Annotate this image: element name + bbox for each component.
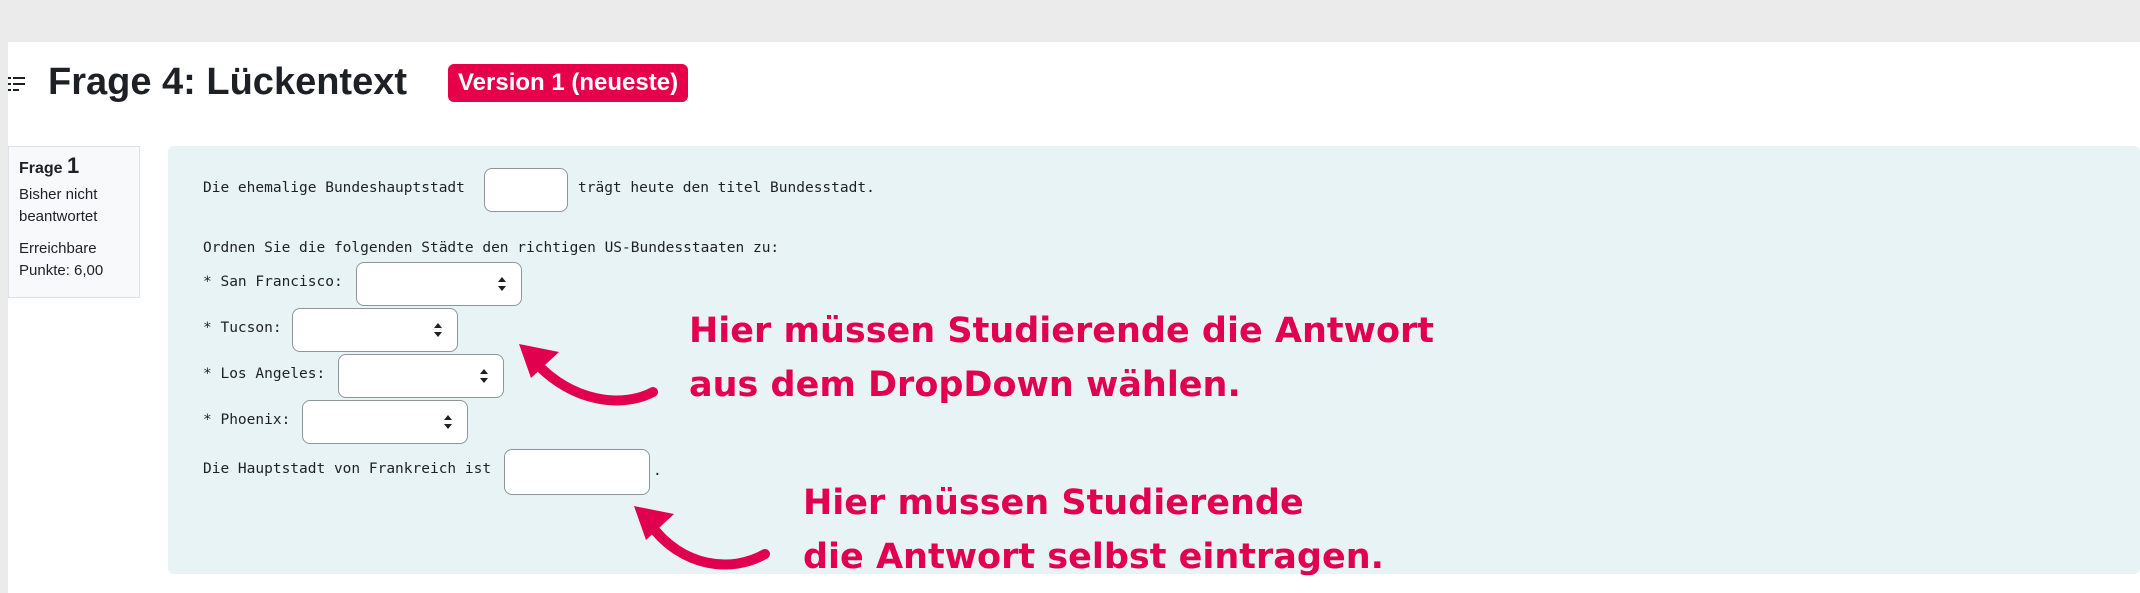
dropdown-phoenix[interactable] — [302, 400, 468, 444]
sentence-1-end: trägt heute den titel Bundesstadt. — [578, 180, 875, 196]
dropdown-tucson[interactable] — [292, 308, 458, 352]
textentry-callout-line-1: Hier müssen Studierende — [803, 483, 1304, 523]
dropdown-san-francisco[interactable] — [356, 262, 522, 306]
gap-input-1[interactable] — [484, 168, 568, 212]
sort-caret-icon — [434, 323, 442, 337]
item-label-tucson: * Tucson: — [203, 320, 282, 336]
curved-arrow-icon — [634, 506, 770, 570]
dropdown-los-angeles[interactable] — [338, 354, 504, 398]
item-label-san-francisco: * San Francisco: — [203, 274, 343, 290]
sort-caret-icon — [498, 277, 506, 291]
question-number: Frage 1 — [19, 155, 131, 180]
textentry-callout-line-2: die Antwort selbst eintragen. — [803, 537, 1384, 577]
page-title: Frage 4: Lückentext — [48, 61, 407, 103]
sort-caret-icon — [480, 369, 488, 383]
sentence-2-end: . — [653, 463, 662, 479]
textentry-callout: Hier müssen Studierende die Antwort selb… — [803, 476, 1384, 584]
curved-arrow-icon — [519, 344, 658, 406]
dropdown-callout: Hier müssen Studierende die Antwort aus … — [689, 304, 1434, 412]
question-page: Frage 4: Lückentext Version 1 (neueste) … — [8, 42, 2140, 593]
question-label: Frage — [19, 160, 63, 177]
sentence-1-start: Die ehemalige Bundeshauptstadt — [203, 180, 465, 196]
item-label-phoenix: * Phoenix: — [203, 412, 291, 428]
question-grade: Erreichbare Punkte: 6,00 — [19, 240, 104, 279]
version-badge: Version 1 (neueste) — [448, 64, 689, 102]
instruction-text: Ordnen Sie die folgenden Städte den rich… — [203, 240, 780, 256]
sort-caret-icon — [444, 415, 452, 429]
sentence-2-start: Die Hauptstadt von Frankreich ist — [203, 461, 492, 477]
dropdown-callout-line-2: aus dem DropDown wählen. — [689, 365, 1241, 405]
dropdown-callout-line-1: Hier müssen Studierende die Antwort — [689, 311, 1434, 351]
question-state: Bisher nicht beantwortet — [19, 186, 98, 225]
question-number-value: 1 — [67, 153, 80, 178]
item-label-los-angeles: * Los Angeles: — [203, 366, 326, 382]
drag-handle-icon[interactable] — [8, 74, 28, 94]
question-info-panel: Frage 1 Bisher nicht beantwortet Erreich… — [8, 146, 140, 298]
